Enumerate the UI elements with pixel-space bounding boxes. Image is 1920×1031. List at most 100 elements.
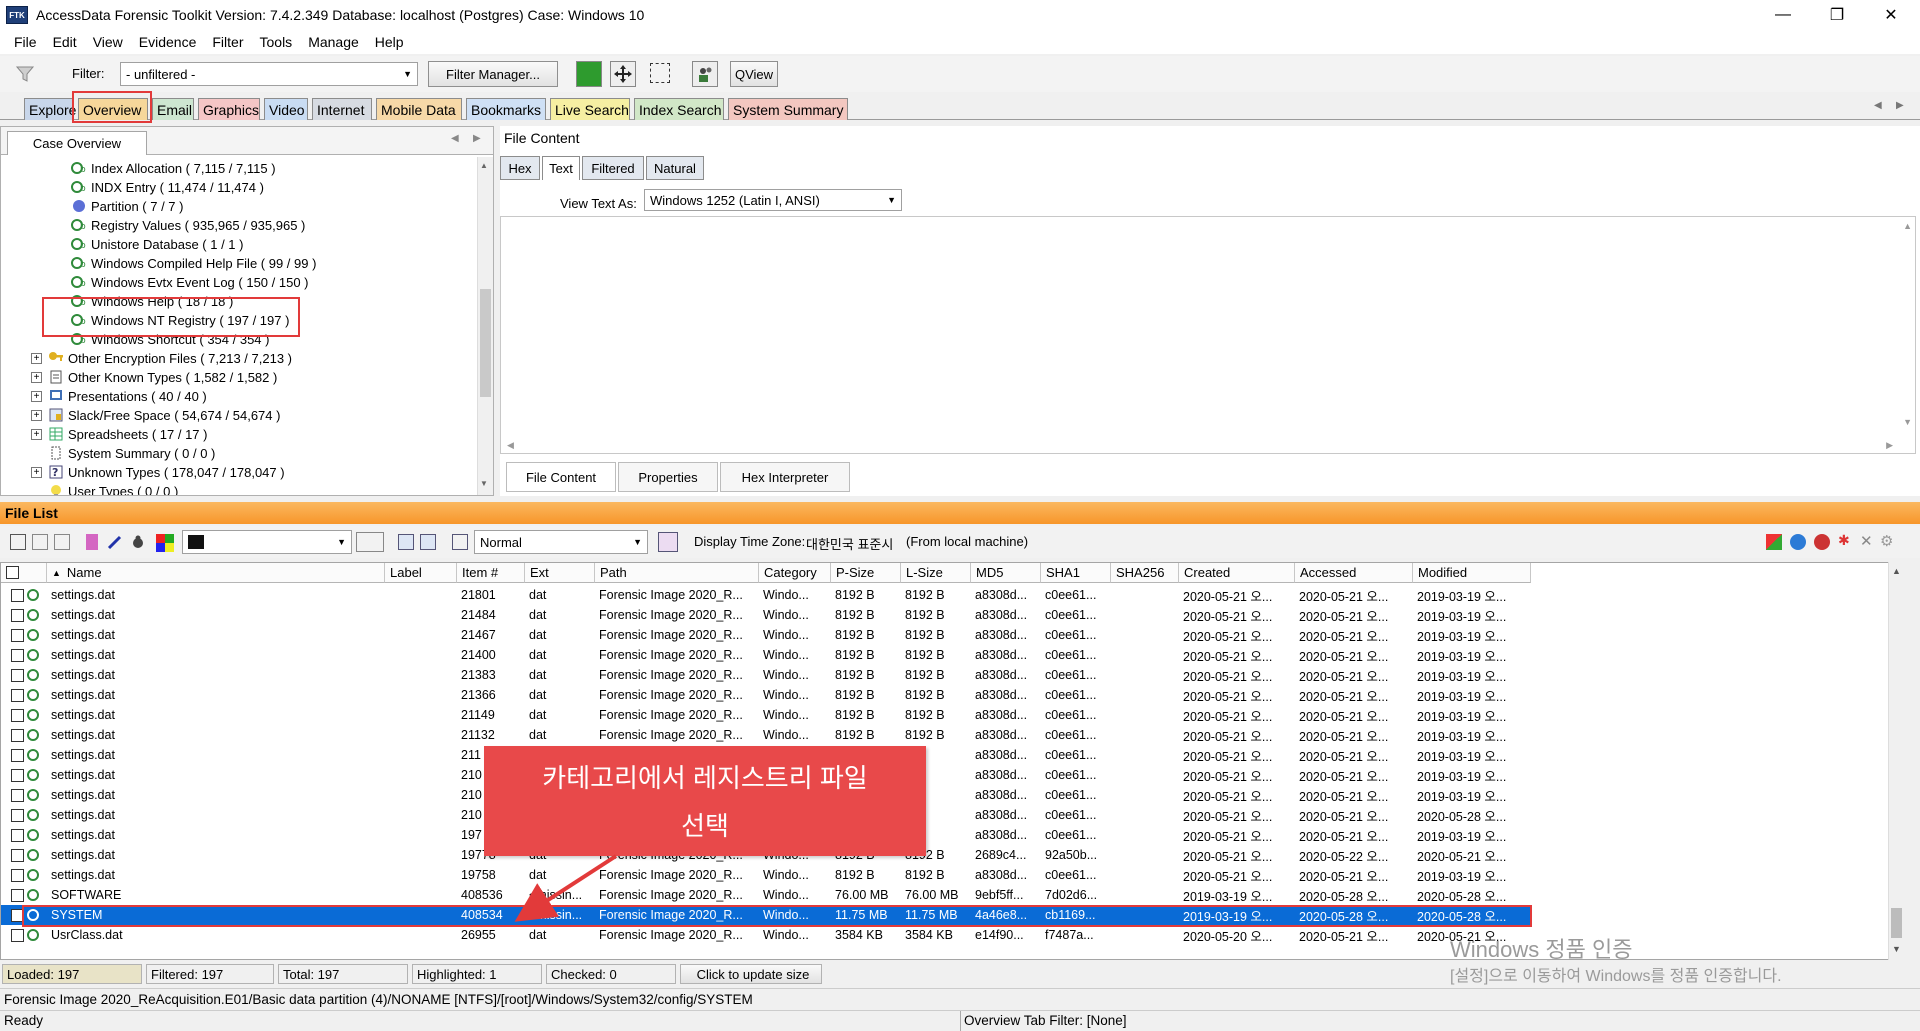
export-icon[interactable]: [32, 534, 48, 550]
list-export-icon[interactable]: [54, 534, 70, 550]
window-alt-icon[interactable]: [420, 534, 436, 550]
row-checkbox[interactable]: [7, 765, 47, 785]
scroll-up-icon[interactable]: ▲: [1892, 566, 1901, 576]
column-header-item[interactable]: Item #: [457, 563, 525, 583]
tree-item[interactable]: b INDX Entry ( 11,474 / 11,474 ): [71, 178, 264, 196]
tab-file-content[interactable]: File Content: [506, 462, 616, 492]
calendar-icon[interactable]: [658, 532, 678, 552]
tree-item[interactable]: User Types ( 0 / 0 ): [48, 482, 178, 495]
file-list-scrollbar[interactable]: ▲ ▼: [1888, 562, 1904, 960]
row-checkbox[interactable]: [7, 685, 47, 705]
tree-item[interactable]: b Registry Values ( 935,965 / 935,965 ): [71, 216, 305, 234]
scroll-down-icon[interactable]: ▼: [1892, 944, 1901, 954]
tree-item[interactable]: + Other Encryption Files ( 7,213 / 7,213…: [31, 349, 292, 367]
qview-button[interactable]: QView: [730, 61, 778, 87]
menu-evidence[interactable]: Evidence: [139, 34, 197, 50]
tree-item[interactable]: + Slack/Free Space ( 54,674 / 54,674 ): [31, 406, 280, 424]
scroll-right-icon[interactable]: ▶: [473, 133, 481, 144]
row-checkbox[interactable]: [7, 825, 47, 845]
table-row[interactable]: settings.dat 21383 dat Forensic Image 2020_…: [1, 665, 1531, 685]
funnel-icon[interactable]: [14, 64, 36, 84]
column-header-category[interactable]: Category: [759, 563, 831, 583]
column-header-accessed[interactable]: Accessed: [1295, 563, 1413, 583]
tree-item[interactable]: b Windows Shortcut ( 354 / 354 ): [71, 330, 269, 348]
expand-icon[interactable]: +: [31, 428, 42, 440]
table-row[interactable]: settings.dat 21149 dat Forensic Image 2020_…: [1, 705, 1531, 725]
row-checkbox[interactable]: [7, 705, 47, 725]
tab-graphics[interactable]: Graphics: [198, 98, 260, 120]
menu-file[interactable]: File: [14, 34, 37, 50]
encoding-select[interactable]: Windows 1252 (Latin I, ANSI) ▼: [644, 189, 902, 211]
scroll-left-icon[interactable]: ◀: [451, 133, 459, 144]
filter-manager-button[interactable]: Filter Manager...: [428, 61, 558, 87]
tab-system-summary[interactable]: System Summary: [728, 98, 848, 120]
column-header-name[interactable]: ▲ Name: [47, 563, 385, 583]
tab-internet[interactable]: Internet: [312, 98, 372, 120]
row-checkbox[interactable]: [7, 625, 47, 645]
tab-email[interactable]: Email: [152, 98, 194, 120]
row-checkbox[interactable]: [7, 805, 47, 825]
tree-item[interactable]: b Unistore Database ( 1 / 1 ): [71, 235, 243, 253]
row-checkbox[interactable]: [7, 905, 47, 925]
row-checkbox[interactable]: [7, 725, 47, 745]
column-header-path[interactable]: Path: [595, 563, 759, 583]
tree-item[interactable]: + Other Known Types ( 1,582 / 1,582 ): [31, 368, 277, 386]
highlight-color-select[interactable]: ▼: [182, 530, 352, 554]
table-row[interactable]: UsrClass.dat 26955 dat Forensic Image 2020_…: [1, 925, 1531, 945]
menu-edit[interactable]: Edit: [53, 34, 77, 50]
menu-help[interactable]: Help: [375, 34, 404, 50]
tab-mobile-data[interactable]: Mobile Data: [376, 98, 462, 120]
tab-live-search[interactable]: Live Search: [550, 98, 630, 120]
row-checkbox[interactable]: [7, 665, 47, 685]
expand-icon[interactable]: +: [31, 409, 42, 421]
color-palette-icon[interactable]: [156, 534, 174, 552]
window-icon[interactable]: [398, 534, 414, 550]
scroll-up-icon[interactable]: ▲: [480, 161, 488, 170]
tree-item-windows-nt-registry[interactable]: b Windows NT Registry ( 197 / 197 ): [71, 311, 289, 329]
select-all-checkbox[interactable]: [1, 563, 47, 583]
tree-scroll-thumb[interactable]: [480, 289, 491, 397]
color-grid-icon[interactable]: [1766, 534, 1782, 550]
pen-icon[interactable]: [106, 534, 122, 550]
menu-manage[interactable]: Manage: [308, 34, 359, 50]
tab-index-search[interactable]: Index Search: [634, 98, 724, 120]
table-row[interactable]: settings.dat 21400 dat Forensic Image 2020_…: [1, 645, 1531, 665]
menu-filter[interactable]: Filter: [212, 34, 243, 50]
table-row[interactable]: settings.dat 21467 dat Forensic Image 2020_…: [1, 625, 1531, 645]
tab-hex[interactable]: Hex: [500, 156, 540, 180]
scroll-right-icon[interactable]: ▶: [1886, 440, 1893, 451]
close-icon[interactable]: ✕: [1860, 532, 1873, 550]
green-square-icon[interactable]: [576, 61, 602, 87]
table-row[interactable]: settings.dat 21484 dat Forensic Image 2020_…: [1, 605, 1531, 625]
tree-item[interactable]: b Windows Evtx Event Log ( 150 / 150 ): [71, 273, 309, 291]
tab-bookmarks[interactable]: Bookmarks: [466, 98, 546, 120]
tab-natural[interactable]: Natural: [646, 156, 704, 180]
minimize-button[interactable]: —: [1760, 0, 1806, 30]
expand-icon[interactable]: +: [31, 352, 42, 364]
expand-icon[interactable]: +: [31, 371, 42, 383]
file-list-scroll-thumb[interactable]: [1891, 908, 1902, 938]
tree-item[interactable]: b Windows Help ( 18 / 18 ): [71, 292, 233, 310]
users-icon[interactable]: [692, 61, 718, 87]
table-row[interactable]: settings.dat 21132 dat Forensic Image 2020_…: [1, 725, 1531, 745]
select-region-icon[interactable]: [650, 63, 670, 83]
update-size-button[interactable]: Click to update size: [680, 964, 822, 984]
table-row[interactable]: settings.dat 21366 dat Forensic Image 2020_…: [1, 685, 1531, 705]
row-checkbox[interactable]: [7, 845, 47, 865]
tab-case-overview[interactable]: Case Overview: [7, 131, 147, 155]
tabs-scroll-right-icon[interactable]: ▶: [1896, 100, 1904, 111]
scroll-left-icon[interactable]: ◀: [507, 440, 514, 451]
tab-hex-interpreter[interactable]: Hex Interpreter: [720, 462, 850, 492]
globe-icon[interactable]: [1790, 534, 1806, 550]
tab-explore[interactable]: Explore: [24, 98, 76, 120]
scroll-down-icon[interactable]: ▼: [1903, 417, 1912, 427]
table-row[interactable]: settings.dat 21801 dat Forensic Image 2020_…: [1, 585, 1531, 605]
expand-icon[interactable]: +: [31, 390, 42, 402]
tree-item[interactable]: Partition ( 7 / 7 ): [71, 197, 183, 215]
row-checkbox[interactable]: [7, 925, 47, 945]
tabs-scroll-left-icon[interactable]: ◀: [1874, 100, 1882, 111]
tab-overview[interactable]: Overview: [78, 98, 148, 120]
close-button[interactable]: ✕: [1868, 0, 1914, 30]
star-icon[interactable]: ✱: [1838, 532, 1850, 549]
tab-text[interactable]: Text: [542, 156, 580, 180]
